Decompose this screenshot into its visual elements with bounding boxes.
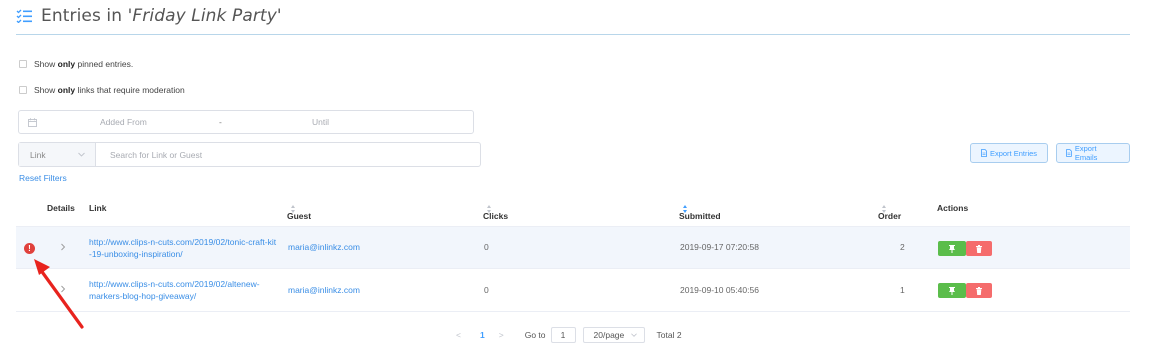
pin-button[interactable] — [938, 283, 966, 298]
moderation-only-checkbox[interactable] — [19, 86, 27, 94]
entry-order: 1 — [900, 285, 905, 295]
column-link: Link — [89, 203, 107, 213]
file-icon — [981, 149, 987, 157]
column-order[interactable]: Order — [878, 203, 901, 221]
trash-icon — [976, 286, 982, 295]
entry-link[interactable]: http://www.clips-n-cuts.com/2019/02/toni… — [89, 236, 277, 260]
date-from-input[interactable]: Added From — [100, 117, 147, 127]
page-title-prefix: Entries in — [41, 6, 128, 26]
delete-button[interactable] — [966, 241, 992, 256]
chevron-down-icon — [78, 152, 85, 157]
table-header: Details Link Guest Clicks Submitted Orde… — [0, 195, 1151, 225]
entry-clicks: 0 — [484, 285, 489, 295]
entry-order: 2 — [900, 242, 905, 252]
entry-clicks: 0 — [484, 242, 489, 252]
moderation-only-filter[interactable]: Show only links that require moderation — [19, 85, 185, 95]
column-actions: Actions — [937, 203, 969, 213]
column-details: Details — [47, 203, 75, 213]
header-divider — [16, 34, 1130, 35]
pinned-suffix: pinned entries. — [75, 59, 134, 69]
chevron-down-icon — [630, 333, 637, 337]
moderation-warning-icon: ! — [24, 243, 35, 254]
delete-button[interactable] — [966, 283, 992, 298]
export-emails-label: Export Emails — [1074, 144, 1098, 162]
pin-icon — [949, 244, 955, 253]
sort-icon[interactable] — [882, 204, 887, 213]
entry-submitted: 2019-09-10 05:40:56 — [680, 285, 759, 295]
pin-button[interactable] — [938, 241, 966, 256]
date-range-picker[interactable]: Added From - Until — [18, 110, 474, 134]
search-field-select[interactable]: Link — [19, 143, 96, 166]
entry-link[interactable]: http://www.clips-n-cuts.com/2019/02/alte… — [89, 278, 277, 302]
pinned-only-filter[interactable]: Show only pinned entries. — [19, 59, 133, 69]
reset-filters-link[interactable]: Reset Filters — [19, 173, 67, 183]
pinned-only-label: Show only pinned entries. — [34, 59, 133, 69]
moderation-only-label: Show only links that require moderation — [34, 85, 185, 95]
prev-page-button[interactable]: < — [456, 330, 466, 340]
calendar-icon — [28, 117, 37, 127]
page-title-name: 'Friday Link Party' — [127, 6, 282, 26]
sort-icon[interactable] — [291, 204, 296, 213]
entry-submitted: 2019-09-17 07:20:58 — [680, 242, 759, 252]
table-row: ! http://www.clips-n-cuts.com/2019/02/to… — [16, 226, 1130, 269]
date-separator: - — [219, 117, 222, 127]
page-size-select[interactable]: 20/page — [582, 327, 645, 343]
pinned-prefix: Show — [34, 59, 58, 69]
pinned-only-checkbox[interactable] — [19, 60, 27, 68]
search-field-value: Link — [30, 149, 46, 160]
total-count: Total 2 — [656, 330, 682, 340]
search-input[interactable]: Search for Link or Guest — [110, 150, 202, 160]
date-until-input[interactable]: Until — [312, 117, 329, 127]
page-size-value: 20/page — [593, 330, 625, 340]
export-entries-button[interactable]: Export Entries — [970, 143, 1048, 163]
goto-label: Go to — [524, 330, 546, 340]
export-emails-button[interactable]: Export Emails — [1056, 143, 1130, 163]
file-icon — [1066, 149, 1072, 157]
annotation-arrow — [34, 259, 84, 329]
entry-guest[interactable]: maria@inlinkz.com — [288, 242, 360, 252]
moderation-bold: only — [57, 85, 76, 95]
column-submitted[interactable]: Submitted — [679, 203, 721, 221]
page-title: Entries in 'Friday Link Party' — [41, 6, 282, 26]
moderation-suffix: links that require moderation — [75, 85, 185, 95]
checklist-icon — [16, 9, 32, 23]
chevron-right-icon[interactable] — [59, 242, 67, 252]
pin-icon — [949, 286, 955, 295]
moderation-prefix: Show — [34, 85, 58, 95]
trash-icon — [976, 244, 982, 253]
sort-active-icon[interactable] — [683, 204, 688, 213]
page-header: Entries in 'Friday Link Party' — [16, 6, 282, 26]
pagination: < 1 > Go to 1 20/page Total 2 — [456, 327, 682, 343]
table-row: http://www.clips-n-cuts.com/2019/02/alte… — [16, 269, 1130, 312]
export-entries-label: Export Entries — [989, 148, 1038, 158]
entry-guest[interactable]: maria@inlinkz.com — [288, 285, 360, 295]
column-guest[interactable]: Guest — [287, 203, 311, 221]
next-page-button[interactable]: > — [499, 330, 509, 340]
column-clicks[interactable]: Clicks — [483, 203, 508, 221]
current-page[interactable]: 1 — [480, 330, 485, 340]
search-group: Link Search for Link or Guest — [18, 142, 481, 167]
sort-icon[interactable] — [487, 204, 492, 213]
goto-page-input[interactable]: 1 — [550, 327, 576, 343]
pinned-bold: only — [57, 59, 76, 69]
